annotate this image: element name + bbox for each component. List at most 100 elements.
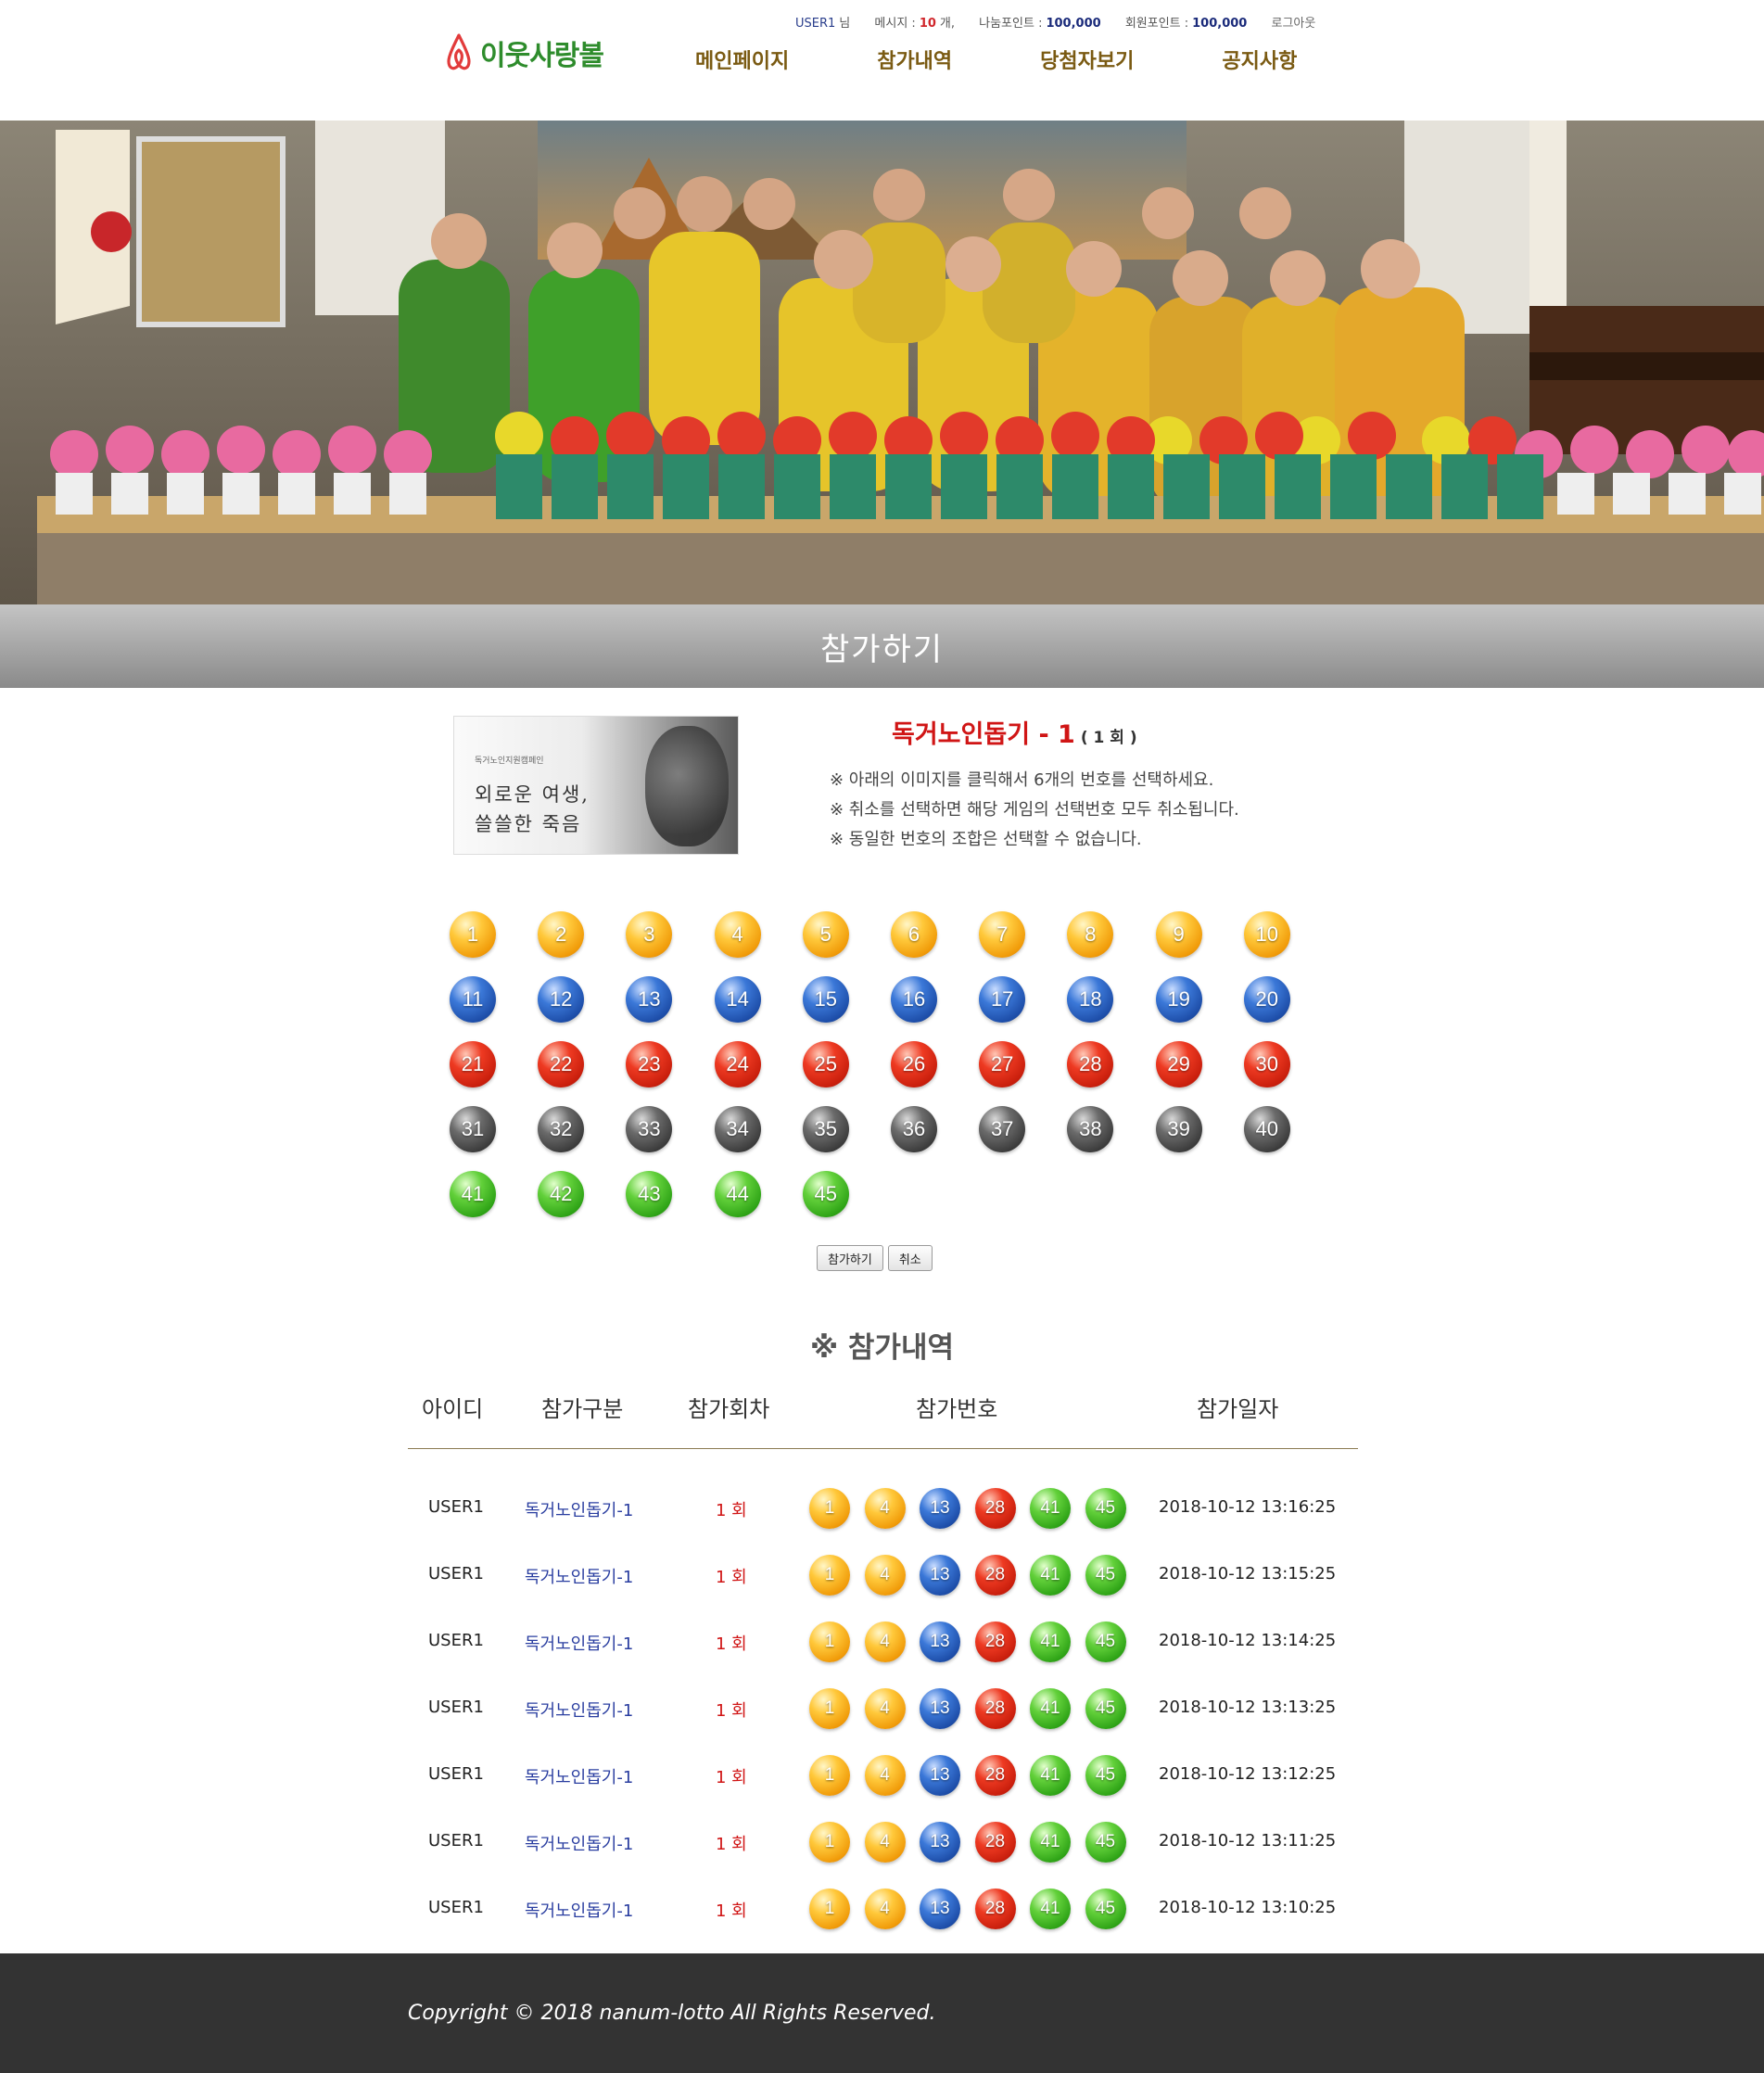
number-ball-21[interactable]: 21 [450,1041,496,1087]
number-ball-17[interactable]: 17 [979,976,1026,1023]
number-ball-18[interactable]: 18 [1067,976,1114,1023]
row-number-ball: 13 [920,1622,960,1662]
site-logo[interactable]: 이웃사랑볼 [445,32,604,74]
number-ball-44[interactable]: 44 [714,1171,761,1217]
number-ball-14[interactable]: 14 [714,976,761,1023]
row-number-ball: 13 [920,1555,960,1596]
number-ball-38[interactable]: 38 [1067,1106,1114,1152]
row-user-id: USER1 [428,1898,484,1917]
number-ball-32[interactable]: 32 [538,1106,585,1152]
number-ball-24[interactable]: 24 [714,1041,761,1087]
number-ball-13[interactable]: 13 [626,976,673,1023]
share-points-value: 100,000 [1046,17,1101,31]
user-id: USER1 [795,17,836,31]
row-number-ball: 45 [1085,1822,1126,1863]
row-number-ball: 28 [974,1822,1016,1863]
message-count[interactable]: 10 [920,17,936,31]
row-date: 2018-10-12 13:11:25 [1159,1831,1337,1850]
history-row: USER1 독거노인돕기-1 1 회 1 4 13 28 41 45 2018-10-12 13:… [0,1675,1764,1742]
number-ball-33[interactable]: 33 [626,1106,673,1152]
row-date: 2018-10-12 13:13:25 [1159,1698,1337,1717]
row-date: 2018-10-12 13:12:25 [1159,1764,1337,1784]
number-ball-1[interactable]: 1 [450,911,496,958]
thumbnail-line-2: 쓸쓸한 죽음 [475,813,582,835]
row-number-ball: 41 [1030,1755,1071,1796]
thumbnail-line-1: 외로운 여생, [475,783,590,806]
number-ball-19[interactable]: 19 [1155,976,1202,1023]
history-row: USER1 독거노인돕기-1 1 회 1 4 13 28 41 45 2018-10-12 13:… [0,1742,1764,1809]
row-number-ball: 28 [974,1755,1016,1796]
number-ball-6[interactable]: 6 [891,911,937,958]
row-number-ball: 41 [1030,1688,1071,1729]
row-date: 2018-10-12 13:10:25 [1159,1898,1337,1917]
number-ball-20[interactable]: 20 [1243,976,1290,1023]
row-number-ball: 1 [809,1488,850,1529]
number-ball-45[interactable]: 45 [802,1171,849,1217]
nav-winners[interactable]: 당첨자보기 [1040,45,1134,74]
number-ball-2[interactable]: 2 [538,911,585,958]
cancel-button[interactable]: 취소 [887,1245,933,1271]
row-user-id: USER1 [428,1497,484,1517]
game-thumbnail[interactable]: 독거노인지원캠페인 외로운 여생, 쓸쓸한 죽음 [453,716,739,855]
number-ball-40[interactable]: 40 [1243,1106,1290,1152]
number-ball-36[interactable]: 36 [891,1106,937,1152]
row-number-ball: 45 [1085,1755,1126,1796]
row-number-ball: 4 [864,1622,906,1662]
number-ball-28[interactable]: 28 [1067,1041,1114,1087]
row-round: 1 회 [716,1634,747,1654]
member-points-label: 회원포인트 : [1124,17,1189,31]
volunteers-photo-image [0,121,1764,604]
number-ball-16[interactable]: 16 [891,976,937,1023]
number-ball-41[interactable]: 41 [450,1171,496,1217]
number-ball-8[interactable]: 8 [1067,911,1114,958]
number-ball-15[interactable]: 15 [802,976,849,1023]
nav-main-page[interactable]: 메인페이지 [695,45,789,74]
row-category: 독거노인돕기-1 [525,1901,634,1921]
number-ball-9[interactable]: 9 [1155,911,1202,958]
logo-icon [447,33,471,70]
nav-participation-history[interactable]: 참가내역 [877,45,952,74]
row-round: 1 회 [716,1901,747,1921]
row-user-id: USER1 [428,1698,484,1717]
row-round: 1 회 [716,1768,747,1787]
row-number-ball: 4 [864,1488,906,1529]
page-banner: 참가하기 [0,604,1764,688]
number-ball-37[interactable]: 37 [979,1106,1026,1152]
number-ball-10[interactable]: 10 [1243,911,1290,958]
number-ball-12[interactable]: 12 [538,976,585,1023]
history-row: USER1 독거노인돕기-1 1 회 1 4 13 28 41 45 2018-10-12 13:… [0,1609,1764,1675]
number-ball-43[interactable]: 43 [626,1171,673,1217]
number-ball-7[interactable]: 7 [979,911,1026,958]
number-ball-30[interactable]: 30 [1243,1041,1290,1087]
site-header: USER1 님 메시지 :10 개, 나눔포인트 :100,000 회원포인트 :1… [0,0,1764,121]
number-ball-29[interactable]: 29 [1155,1041,1202,1087]
logout-link[interactable]: 로그아웃 [1271,17,1315,31]
number-ball-22[interactable]: 22 [538,1041,585,1087]
number-ball-25[interactable]: 25 [802,1041,849,1087]
number-ball-4[interactable]: 4 [714,911,761,958]
row-number-ball: 13 [920,1488,960,1529]
number-ball-23[interactable]: 23 [626,1041,673,1087]
header-user-id: 아이디 [422,1396,484,1422]
number-ball-39[interactable]: 39 [1155,1106,1202,1152]
instruction-line: ※ 취소를 선택하면 해당 게임의 선택번호 모두 취소됩니다. [830,800,1239,820]
row-number-ball: 1 [809,1889,850,1929]
number-ball-5[interactable]: 5 [802,911,849,958]
history-row: USER1 독거노인돕기-1 1 회 1 4 13 28 41 45 2018-10-12 13:… [0,1809,1764,1876]
row-category: 독거노인돕기-1 [525,1835,634,1854]
row-round: 1 회 [716,1701,747,1721]
history-title: ※ 참가내역 [809,1331,954,1365]
thumbnail-caption: 독거노인지원캠페인 [475,757,544,766]
number-ball-3[interactable]: 3 [626,911,673,958]
number-ball-42[interactable]: 42 [538,1171,585,1217]
number-ball-34[interactable]: 34 [714,1106,761,1152]
number-ball-31[interactable]: 31 [450,1106,496,1152]
number-ball-35[interactable]: 35 [802,1106,849,1152]
number-ball-26[interactable]: 26 [891,1041,937,1087]
number-ball-27[interactable]: 27 [979,1041,1026,1087]
number-ball-11[interactable]: 11 [450,976,496,1023]
header-numbers: 참가번호 [916,1396,998,1422]
join-button[interactable]: 참가하기 [817,1245,883,1271]
row-number-ball: 13 [920,1755,960,1796]
nav-notices[interactable]: 공지사항 [1222,45,1297,74]
